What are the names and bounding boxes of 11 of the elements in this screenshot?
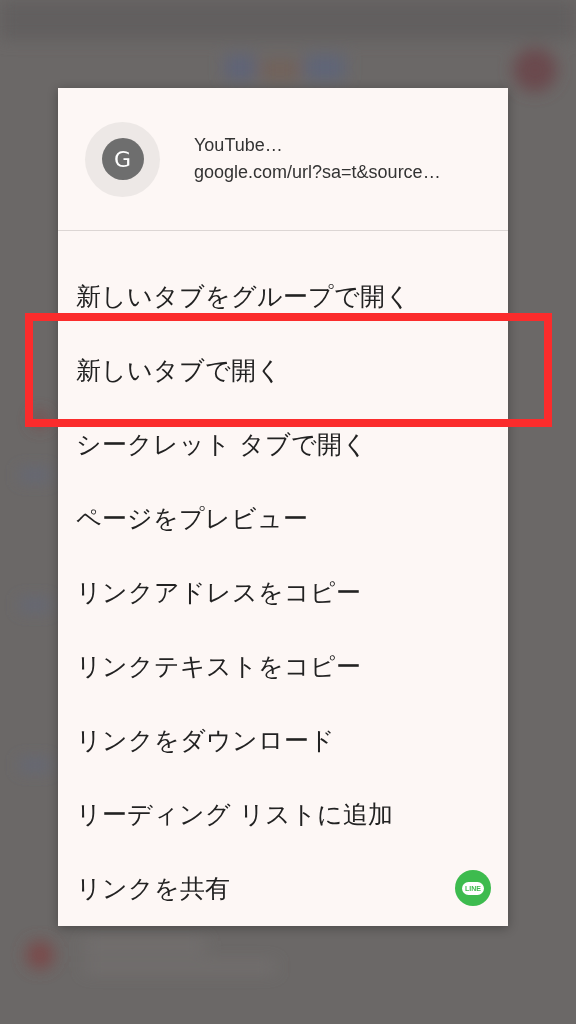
menu-item[interactable]: 新しいタブで開く xyxy=(58,333,508,407)
link-url: google.com/url?sa=t&source… xyxy=(194,162,441,183)
menu-item[interactable]: リンクアドレスをコピー xyxy=(58,555,508,629)
menu-item[interactable]: リンクをダウンロード xyxy=(58,703,508,777)
favicon-icon: G xyxy=(85,121,160,197)
menu-item[interactable]: リーディング リストに追加 xyxy=(58,777,508,851)
link-title: YouTube… xyxy=(194,135,284,156)
menu-item[interactable]: 新しいタブをグループで開く xyxy=(58,259,508,333)
menu-item[interactable]: リンクテキストをコピー xyxy=(58,629,508,703)
menu-item[interactable]: ページをプレビュー xyxy=(58,481,508,555)
menu-item[interactable]: シークレット タブで開く xyxy=(58,407,508,481)
